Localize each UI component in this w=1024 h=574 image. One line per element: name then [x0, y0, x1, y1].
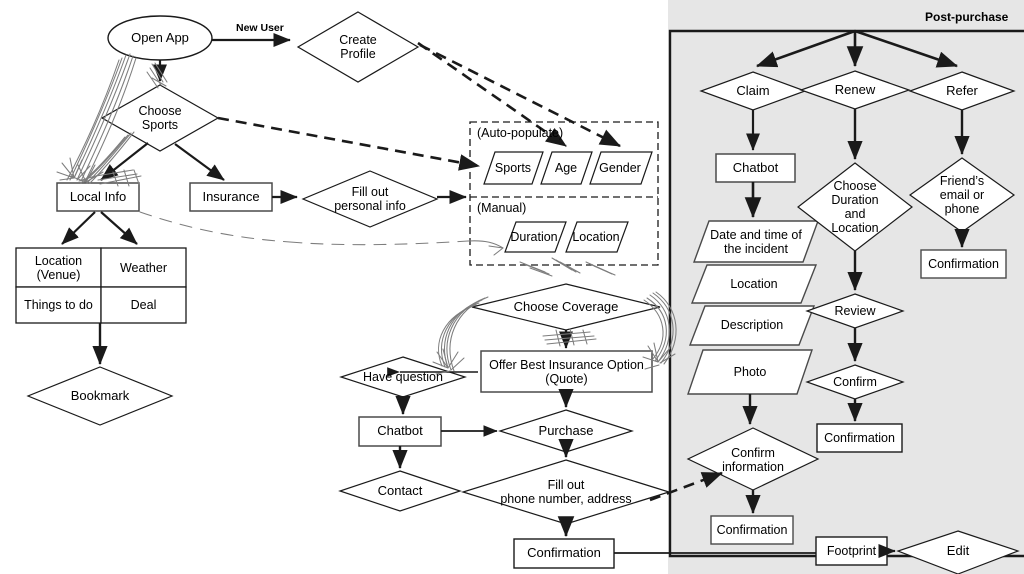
node-create-profile[interactable]	[296, 11, 420, 83]
node-grid-location-venue[interactable]	[15, 247, 102, 288]
edge-label-new-user: New User	[236, 22, 284, 34]
edge-choosesports-sports	[217, 116, 481, 171]
node-confirmation-claim[interactable]	[710, 515, 794, 545]
node-footprint[interactable]	[815, 536, 888, 566]
node-grid-deal[interactable]	[100, 286, 187, 324]
node-manual-location[interactable]	[565, 221, 629, 253]
node-choose-coverage[interactable]	[471, 283, 661, 331]
node-confirmation-refer[interactable]	[920, 249, 1007, 279]
node-fill-phone-address[interactable]	[460, 459, 672, 525]
node-offer-best-insurance[interactable]	[480, 350, 653, 393]
edge-localinfo-locationvenue	[61, 211, 96, 245]
manual-label: (Manual)	[477, 201, 527, 215]
flowchart-svg	[15, 0, 1024, 574]
node-grid-weather[interactable]	[100, 247, 187, 288]
form-fields-group-box	[469, 121, 659, 266]
node-manual-duration[interactable]	[504, 221, 567, 253]
edge-localinfo-weather	[100, 211, 138, 245]
edge-choosesports-insurance	[174, 143, 225, 181]
node-purchase[interactable]	[498, 409, 634, 453]
node-auto-age[interactable]	[540, 151, 593, 185]
node-auto-sports[interactable]	[483, 151, 544, 185]
node-insurance[interactable]	[189, 182, 273, 212]
node-local-info[interactable]	[56, 182, 140, 212]
node-claim-location[interactable]	[690, 264, 818, 304]
node-date-time-incident[interactable]	[692, 220, 820, 263]
node-auto-gender[interactable]	[589, 151, 653, 185]
node-confirmation-renew[interactable]	[816, 423, 903, 453]
node-confirmation-purchase[interactable]	[513, 538, 615, 569]
node-claim-photo[interactable]	[687, 349, 813, 395]
node-grid-things-to-do[interactable]	[15, 286, 102, 324]
scribble-dashed-localinfo-manual	[139, 211, 291, 243]
node-chatbot-claim[interactable]	[715, 153, 796, 183]
node-chatbot-left[interactable]	[358, 416, 442, 447]
post-purchase-section-label: Post-purchase	[925, 10, 1009, 24]
node-bookmark[interactable]	[26, 366, 174, 426]
node-claim-description[interactable]	[688, 305, 816, 346]
node-open-app[interactable]	[107, 15, 213, 61]
auto-populate-label: (Auto-populate)	[477, 126, 564, 140]
node-fill-personal-info[interactable]	[301, 170, 439, 228]
node-choose-sports[interactable]	[100, 84, 220, 152]
node-contact[interactable]	[338, 470, 462, 512]
flowchart-canvas: Post-purchase (Auto-populate) (Manual) N…	[0, 0, 1024, 574]
